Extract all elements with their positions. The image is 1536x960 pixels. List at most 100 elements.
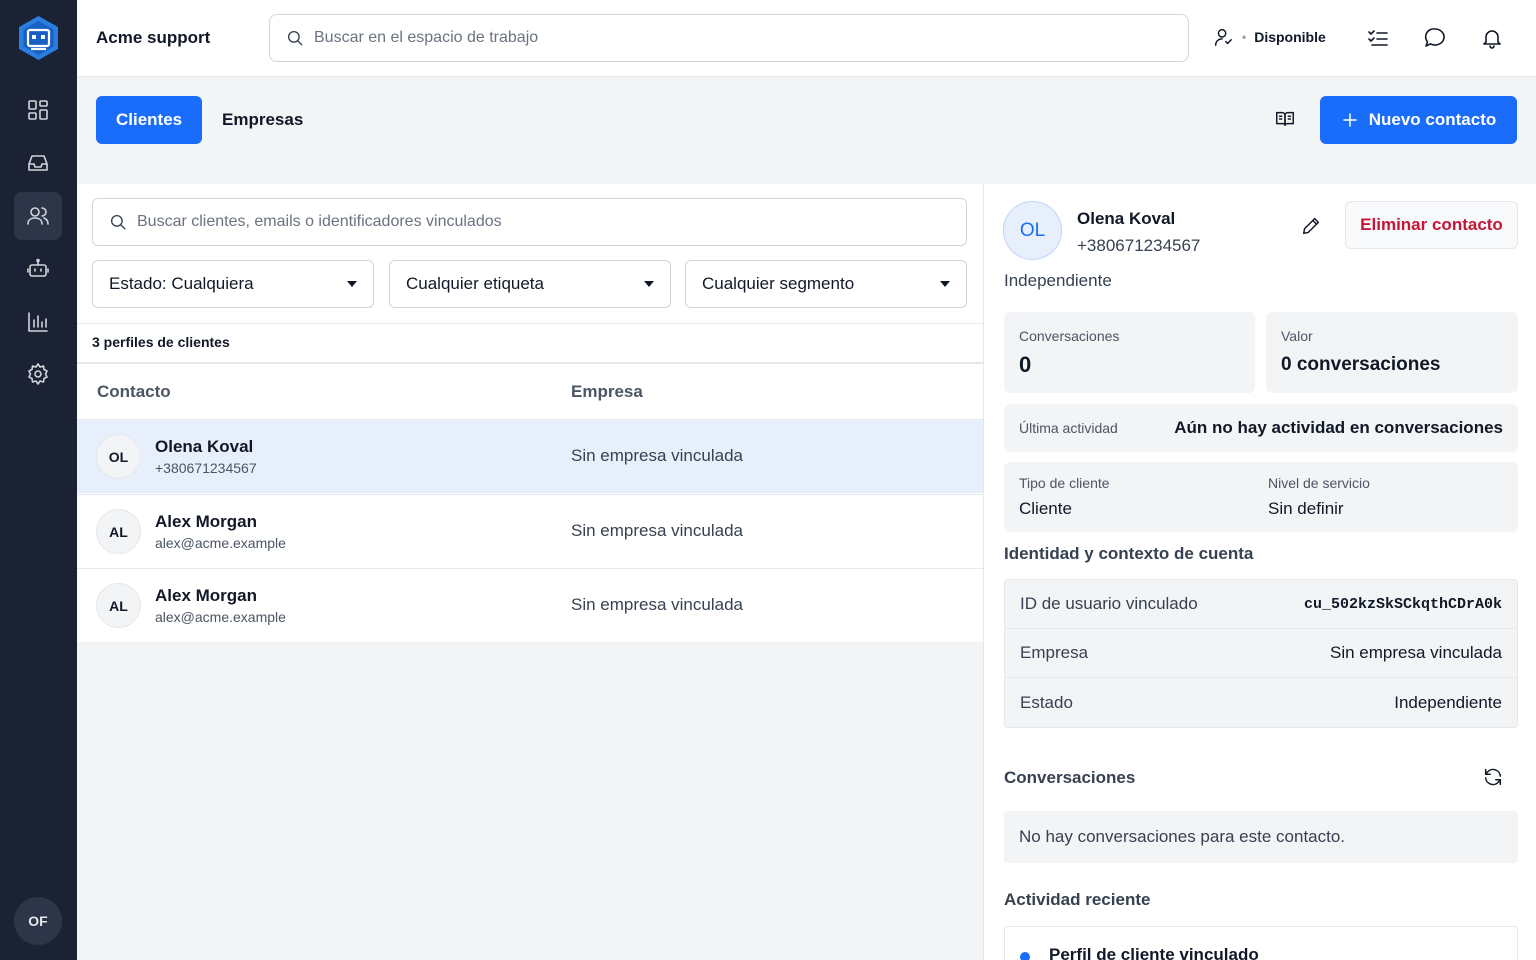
book-icon bbox=[1276, 111, 1294, 127]
contact-name: Alex Morgan bbox=[155, 512, 258, 531]
filter-etiqueta[interactable]: Cualquier etiqueta bbox=[389, 260, 671, 308]
sidebar-item-contacts[interactable] bbox=[14, 192, 62, 240]
contact-company: Sin empresa vinculada bbox=[571, 521, 743, 540]
conversations-section-title: Conversaciones bbox=[1004, 768, 1136, 787]
contact-company: Sin empresa vinculada bbox=[571, 595, 743, 614]
service-level-value: Sin definir bbox=[1268, 499, 1344, 518]
availability-status[interactable]: • Disponible bbox=[1212, 26, 1326, 48]
stat-card-conversations: Conversaciones 0 bbox=[1004, 312, 1255, 393]
activity-text: Perfil de cliente vinculado bbox=[1049, 945, 1259, 960]
tab-empresas[interactable]: Empresas bbox=[202, 96, 323, 144]
search-icon bbox=[287, 30, 303, 46]
contact-detail: alex@acme.example bbox=[155, 609, 286, 625]
client-type-label: Tipo de cliente bbox=[1019, 475, 1110, 491]
contacts-search[interactable] bbox=[92, 198, 967, 246]
delete-contact-button[interactable]: Eliminar contacto bbox=[1345, 201, 1518, 249]
notifications-button[interactable] bbox=[1480, 26, 1504, 50]
plus-icon bbox=[1342, 113, 1357, 127]
status-dot: • bbox=[1242, 30, 1247, 44]
detail-contact-name: Olena Koval bbox=[1077, 209, 1176, 228]
recent-activity-title: Actividad reciente bbox=[1004, 890, 1151, 909]
state-label: Estado bbox=[1020, 692, 1073, 712]
company-value: Sin empresa vinculada bbox=[1330, 643, 1502, 662]
identity-row-user-id: ID de usuario vinculado cu_502kzSkSCkqth… bbox=[1005, 580, 1517, 629]
bot-icon bbox=[27, 258, 49, 277]
top-header: Acme support • Disponible bbox=[77, 0, 1536, 77]
user-id-value: cu_502kzSkSCkqthCDrA0k bbox=[1303, 595, 1502, 613]
divider bbox=[77, 323, 983, 324]
contacts-list-panel: Estado: Cualquiera Cualquier etiqueta Cu… bbox=[77, 184, 983, 960]
chevron-down-icon bbox=[347, 281, 357, 287]
refresh-conversations-button[interactable] bbox=[1482, 766, 1504, 788]
docs-button[interactable] bbox=[1274, 108, 1298, 132]
sidebar-item-bots[interactable] bbox=[14, 245, 62, 293]
contact-name: Olena Koval bbox=[155, 437, 254, 456]
inbox-icon bbox=[28, 155, 48, 171]
client-attributes-card: Tipo de cliente Cliente Nivel de servici… bbox=[1004, 462, 1518, 532]
sidebar-item-dashboard[interactable] bbox=[14, 86, 62, 134]
contact-state: Independiente bbox=[1004, 271, 1112, 290]
stat-card-value: Valor 0 conversaciones bbox=[1266, 312, 1518, 393]
activity-item: Perfil de cliente vinculado bbox=[1004, 926, 1518, 960]
contact-detail: +380671234567 bbox=[155, 460, 257, 476]
table-row[interactable]: OL Olena Koval +380671234567 Sin empresa… bbox=[77, 419, 983, 493]
reports-icon bbox=[28, 312, 48, 332]
divider bbox=[77, 362, 983, 364]
filter-estado[interactable]: Estado: Cualquiera bbox=[92, 260, 374, 308]
checklist-icon bbox=[1368, 30, 1388, 46]
contact-name: Alex Morgan bbox=[155, 586, 258, 605]
sidebar-item-inbox[interactable] bbox=[14, 139, 62, 187]
user-avatar[interactable]: OF bbox=[14, 897, 62, 945]
avatar: AL bbox=[96, 509, 141, 554]
tab-clientes[interactable]: Clientes bbox=[96, 96, 203, 144]
service-level-label: Nivel de servicio bbox=[1268, 475, 1370, 491]
column-header-contacto[interactable]: Contacto bbox=[97, 382, 171, 402]
messages-button[interactable] bbox=[1423, 26, 1447, 50]
stat-value: 0 conversaciones bbox=[1281, 354, 1441, 375]
contacts-search-input[interactable] bbox=[137, 213, 909, 231]
new-contact-button[interactable]: Nuevo contacto bbox=[1320, 96, 1517, 144]
pencil-icon bbox=[1302, 217, 1320, 235]
client-type-value: Cliente bbox=[1019, 499, 1072, 518]
workspace-name: Acme support bbox=[96, 28, 211, 47]
filter-estado-value: Estado: Cualquiera bbox=[109, 274, 254, 293]
chat-bubble-icon bbox=[1424, 28, 1445, 47]
chevron-down-icon bbox=[644, 281, 654, 287]
filter-segmento-value: Cualquier segmento bbox=[702, 274, 855, 293]
users-icon bbox=[27, 207, 49, 225]
bell-icon bbox=[1483, 30, 1501, 49]
table-row[interactable]: AL Alex Morgan alex@acme.example Sin emp… bbox=[77, 568, 983, 642]
stat-label: Conversaciones bbox=[1019, 328, 1120, 344]
contact-detail: alex@acme.example bbox=[155, 535, 286, 551]
state-value: Independiente bbox=[1394, 692, 1502, 712]
identity-row-company: Empresa Sin empresa vinculada bbox=[1005, 629, 1517, 678]
workspace-search-input[interactable] bbox=[314, 29, 1126, 47]
avatar: OL bbox=[1003, 201, 1062, 260]
contact-detail-panel: OL Olena Koval +380671234567 Eliminar co… bbox=[983, 184, 1536, 960]
filter-etiqueta-value: Cualquier etiqueta bbox=[406, 274, 544, 293]
app-logo-icon[interactable] bbox=[16, 14, 61, 62]
detail-contact-phone: +380671234567 bbox=[1077, 236, 1201, 255]
filter-segmento[interactable]: Cualquier segmento bbox=[685, 260, 967, 308]
tasks-button[interactable] bbox=[1366, 26, 1390, 50]
last-activity-value: Aún no hay actividad en conversaciones bbox=[1174, 418, 1503, 437]
activity-bullet-icon bbox=[1020, 952, 1030, 960]
identity-section-title: Identidad y contexto de cuenta bbox=[1004, 544, 1254, 563]
last-activity-label: Última actividad bbox=[1019, 420, 1118, 436]
column-header-empresa[interactable]: Empresa bbox=[571, 382, 643, 402]
sidebar: OF bbox=[0, 0, 77, 960]
sidebar-item-settings[interactable] bbox=[14, 350, 62, 398]
sidebar-item-reports[interactable] bbox=[14, 298, 62, 346]
table-row[interactable]: AL Alex Morgan alex@acme.example Sin emp… bbox=[77, 494, 983, 568]
stat-value: 0 bbox=[1019, 352, 1032, 377]
edit-contact-button[interactable] bbox=[1300, 215, 1322, 237]
dashboard-icon bbox=[28, 100, 48, 120]
stat-label: Valor bbox=[1281, 328, 1313, 344]
chevron-down-icon bbox=[940, 281, 950, 287]
conversations-empty-state: No hay conversaciones para este contacto… bbox=[1004, 811, 1518, 863]
user-id-label: ID de usuario vinculado bbox=[1020, 594, 1198, 613]
profiles-count: 3 perfiles de clientes bbox=[92, 334, 230, 350]
contacts-list: Estado: Cualquiera Cualquier etiqueta Cu… bbox=[77, 184, 983, 642]
last-activity-card: Última actividad Aún no hay actividad en… bbox=[1004, 404, 1518, 452]
workspace-search[interactable] bbox=[269, 14, 1189, 62]
